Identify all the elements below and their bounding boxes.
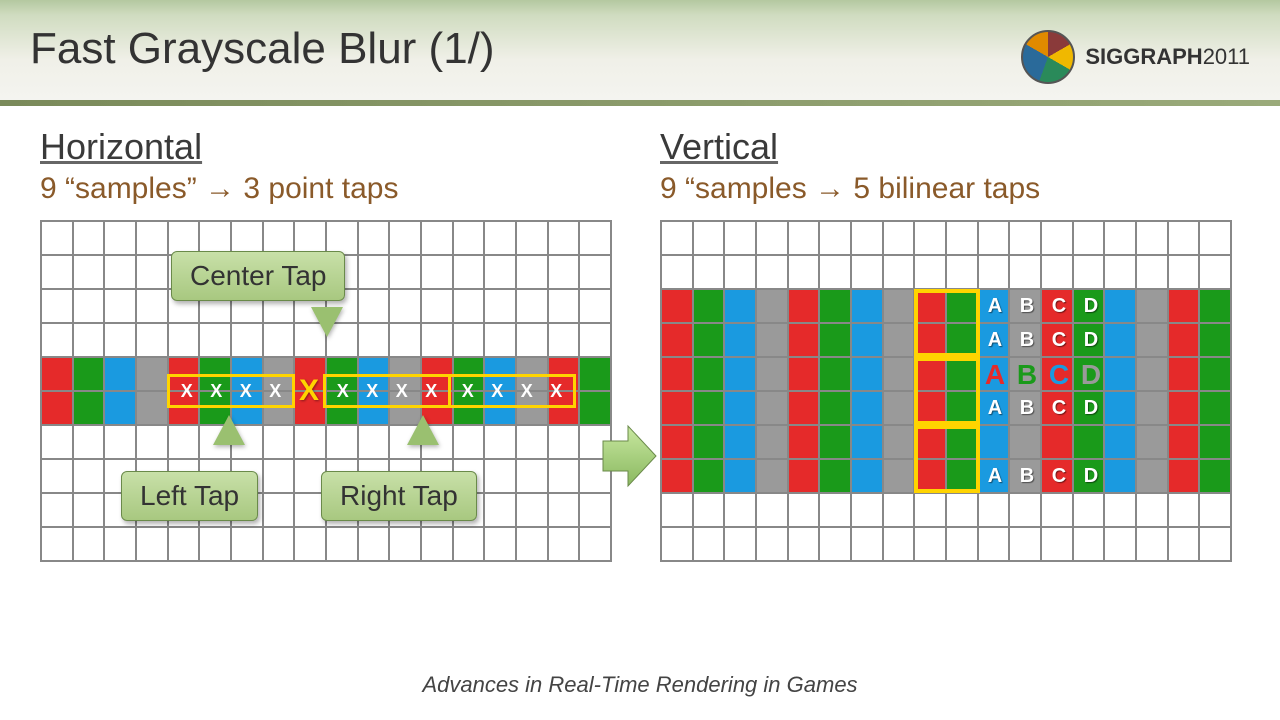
mid-tap-box: XXXX	[323, 374, 451, 408]
abcd-center-row: ABCD	[979, 359, 1107, 391]
slide-body: Horizontal 9 “samples” → 3 point taps Ce…	[0, 106, 1280, 582]
left-tap-box: XXXX	[167, 374, 295, 408]
right-column: Vertical 9 “samples → 5 bilinear taps AB…	[660, 126, 1240, 562]
center-x: X	[295, 374, 323, 408]
arrow-right-icon	[598, 416, 658, 496]
left-subtext: 9 “samples” → 3 point taps	[40, 172, 620, 206]
top-tap-box	[914, 289, 980, 357]
siggraph-logo: SIGGRAPH2011	[1021, 30, 1250, 84]
abcd-row: ABCD	[979, 459, 1107, 493]
logo-text: SIGGRAPH2011	[1085, 44, 1250, 70]
slide-header: Fast Grayscale Blur (1/) SIGGRAPH2011	[0, 0, 1280, 106]
logo-name: SIGGRAPH	[1085, 44, 1202, 69]
x-tap-row: XXXX X XXXX XXXX	[167, 374, 576, 408]
globe-icon	[1021, 30, 1075, 84]
arrow-up-icon	[213, 415, 245, 445]
arrow-up-icon	[407, 415, 439, 445]
right-heading: Vertical	[660, 126, 1240, 168]
arrow-down-icon	[311, 307, 343, 337]
abcd-labels: ABCD ABCD ABCD ABCD	[979, 289, 1107, 493]
abcd-row: ABCD	[979, 289, 1107, 323]
lower-tap-box	[914, 425, 980, 493]
logo-year: 2011	[1203, 44, 1250, 69]
abcd-row: ABCD	[979, 391, 1107, 425]
right-tap-box: XXXX	[448, 374, 576, 408]
slide-footer: Advances in Real-Time Rendering in Games	[0, 672, 1280, 698]
upper-tap-box	[914, 357, 980, 425]
center-tap-callout: Center Tap	[171, 251, 345, 301]
slide-title: Fast Grayscale Blur (1/)	[30, 24, 495, 74]
abcd-row: ABCD	[979, 323, 1107, 357]
right-subtext: 9 “samples → 5 bilinear taps	[660, 172, 1240, 206]
left-heading: Horizontal	[40, 126, 620, 168]
right-grid: ABCD ABCD ABCD ABCD ABCD	[660, 220, 1232, 562]
left-column: Horizontal 9 “samples” → 3 point taps Ce…	[40, 126, 620, 562]
left-grid: Center Tap XXXX X XXXX XXXX Left Tap Rig…	[40, 220, 612, 562]
left-tap-callout: Left Tap	[121, 471, 258, 521]
right-tap-callout: Right Tap	[321, 471, 477, 521]
